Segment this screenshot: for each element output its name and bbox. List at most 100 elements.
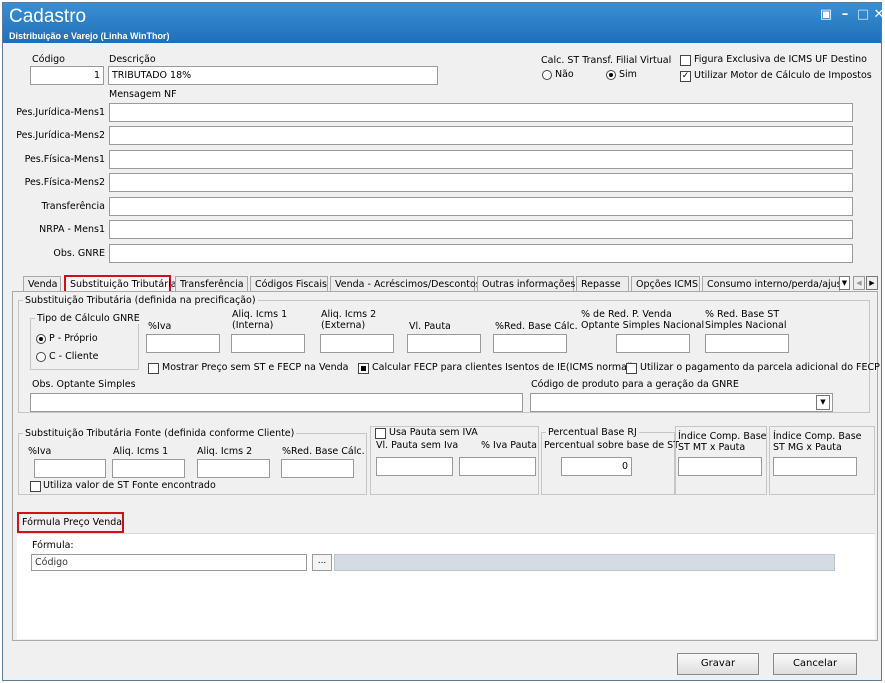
msg-input[interactable] (109, 103, 853, 122)
title-bar: Cadastro Distribuição e Varejo (Linha Wi… (3, 3, 884, 43)
indice-mg-label: Índice Comp. Base ST MG x Pauta (773, 431, 862, 453)
st-redbase-input[interactable] (493, 334, 567, 353)
tab-dropdown-icon[interactable]: ▼ (839, 276, 850, 290)
iva-pauta-input[interactable] (459, 457, 536, 476)
fonte-aliq2-label: Aliq. Icms 2 (197, 446, 253, 457)
st-aliq1-input[interactable] (231, 334, 305, 353)
formula-ellipsis-button[interactable]: ... (312, 554, 332, 571)
codigo-input[interactable]: 1 (30, 66, 104, 85)
maximize-icon[interactable]: □ (855, 7, 871, 22)
tipo-c-label: C - Cliente (49, 351, 99, 362)
radio-tipo-c[interactable] (36, 352, 46, 362)
fonte-iva-label: %Iva (28, 446, 52, 457)
codigo-gnre-select[interactable] (530, 393, 833, 412)
percentual-sobre-label: Percentual sobre base de ST (544, 440, 679, 451)
fonte-aliq2-input[interactable] (197, 459, 270, 478)
fonte-iva-input[interactable] (34, 459, 106, 478)
msg-label: Pes.Física-Mens1 (24, 154, 105, 165)
figura-checkbox[interactable] (680, 55, 691, 66)
tab-venda[interactable]: Venda (23, 276, 61, 292)
motor-checkbox[interactable] (680, 71, 691, 82)
st-redpvenda-input[interactable] (616, 334, 690, 353)
radio-tipo-p[interactable] (36, 334, 46, 344)
main-window: Cadastro Distribuição e Varejo (Linha Wi… (2, 2, 884, 681)
vlpauta-sem-iva-input[interactable] (376, 457, 453, 476)
st-vlpauta-input[interactable] (407, 334, 481, 353)
fonte-redbase-input[interactable] (281, 459, 354, 478)
st-redbase-label: %Red. Base Cálc. (495, 321, 578, 332)
msg-label: Pes.Física-Mens2 (24, 177, 105, 188)
formula-input[interactable]: Código (31, 554, 307, 571)
st-group-title: Substituição Tributária (definida na pre… (23, 295, 258, 306)
st-iva-label: %Iva (148, 321, 172, 332)
mensagem-nf-label: Mensagem NF (109, 89, 177, 100)
st-fonte-title: Substituição Tributária Fonte (definida … (23, 428, 297, 439)
restore-icon[interactable]: ▣ (818, 7, 834, 22)
fonte-aliq1-input[interactable] (112, 459, 185, 478)
tab-codigos-fiscais[interactable]: Códigos Fiscais (250, 276, 328, 292)
utilizar-pagamento-checkbox[interactable] (626, 363, 637, 374)
percentual-input[interactable]: 0 (561, 457, 632, 476)
st-aliq1-label: Aliq. Icms 1 (Interna) (232, 309, 288, 331)
tab-repasse[interactable]: Repasse (576, 276, 629, 292)
tipo-calc-label: Tipo de Cálculo GNRE (35, 313, 142, 324)
vlpauta-sem-iva-label: Vl. Pauta sem Iva (376, 440, 459, 451)
msg-label: Pes.Jurídica-Mens2 (16, 130, 105, 141)
iva-pauta-label: % Iva Pauta (481, 440, 538, 451)
st-aliq2-input[interactable] (320, 334, 394, 353)
tab-outras-informacoes[interactable]: Outras informações (477, 276, 575, 292)
tab-venda-acrescimos[interactable]: Venda - Acréscimos/Descontos (330, 276, 481, 292)
gravar-button[interactable]: Gravar (677, 653, 759, 675)
formula-section-title[interactable]: Fórmula Preço Venda (22, 517, 122, 528)
st-redbasest-label: % Red. Base ST Simples Nacional (705, 309, 787, 331)
calcular-fecp-checkbox[interactable] (358, 363, 369, 374)
usa-pauta-checkbox[interactable] (375, 428, 386, 439)
msg-label: Obs. GNRE (53, 248, 105, 259)
mostrar-preco-checkbox[interactable] (148, 363, 159, 374)
utiliza-valor-checkbox[interactable] (30, 481, 41, 492)
tab-transferencia[interactable]: Transferência (175, 276, 248, 292)
tipo-calc-group (30, 318, 139, 370)
msg-input[interactable] (109, 244, 853, 263)
descricao-input[interactable]: TRIBUTADO 18% (108, 66, 438, 85)
window-subtitle: Distribuição e Varejo (Linha WinThor) (9, 31, 170, 41)
minimize-icon[interactable]: – (837, 7, 853, 22)
tab-scroll-left-icon[interactable]: ◀ (853, 276, 865, 290)
tab-opcoes-icms[interactable]: Opções ICMS (631, 276, 700, 292)
radio-sim-label: Sim (619, 69, 637, 80)
indice-mg-input[interactable] (773, 457, 857, 476)
st-iva-input[interactable] (146, 334, 220, 353)
msg-input[interactable] (109, 126, 853, 145)
mostrar-preco-label: Mostrar Preço sem ST e FECP na Venda (162, 362, 349, 373)
msg-input[interactable] (109, 220, 853, 239)
fonte-aliq1-label: Aliq. Icms 1 (113, 446, 169, 457)
indice-mt-input[interactable] (678, 457, 762, 476)
tab-scroll-right-icon[interactable]: ▶ (866, 276, 878, 290)
msg-input[interactable] (109, 197, 853, 216)
radio-nao-label: Não (555, 69, 574, 80)
tab-consumo-interno[interactable]: Consumo interno/perda/ajuste (702, 276, 840, 292)
obs-optante-input[interactable] (30, 393, 523, 412)
msg-label: Pes.Jurídica-Mens1 (16, 107, 105, 118)
radio-sim[interactable] (606, 70, 616, 80)
tipo-p-label: P - Próprio (49, 333, 98, 344)
descricao-label: Descrição (109, 54, 156, 65)
percentual-rj-title: Percentual Base RJ (546, 427, 639, 438)
indice-mt-label: Índice Comp. Base ST MT x Pauta (678, 431, 767, 453)
usa-pauta-label: Usa Pauta sem IVA (389, 427, 478, 438)
radio-nao[interactable] (542, 70, 552, 80)
msg-input[interactable] (109, 150, 853, 169)
msg-label: Transferência (41, 201, 105, 212)
formula-panel (17, 533, 875, 639)
cancelar-button[interactable]: Cancelar (773, 653, 857, 675)
st-redbasest-input[interactable] (705, 334, 789, 353)
msg-input[interactable] (109, 173, 853, 192)
formula-label: Fórmula: (32, 540, 74, 551)
fonte-redbase-label: %Red. Base Cálc. (282, 446, 365, 457)
chevron-down-icon[interactable]: ▼ (816, 395, 830, 410)
motor-label: Utilizar Motor de Cálculo de Impostos (694, 70, 872, 81)
formula-result-bar (334, 554, 835, 571)
calcular-fecp-label: Calcular FECP para clientes Isentos de I… (372, 362, 634, 373)
close-icon[interactable]: ✕ (871, 7, 885, 22)
st-vlpauta-label: Vl. Pauta (409, 321, 451, 332)
